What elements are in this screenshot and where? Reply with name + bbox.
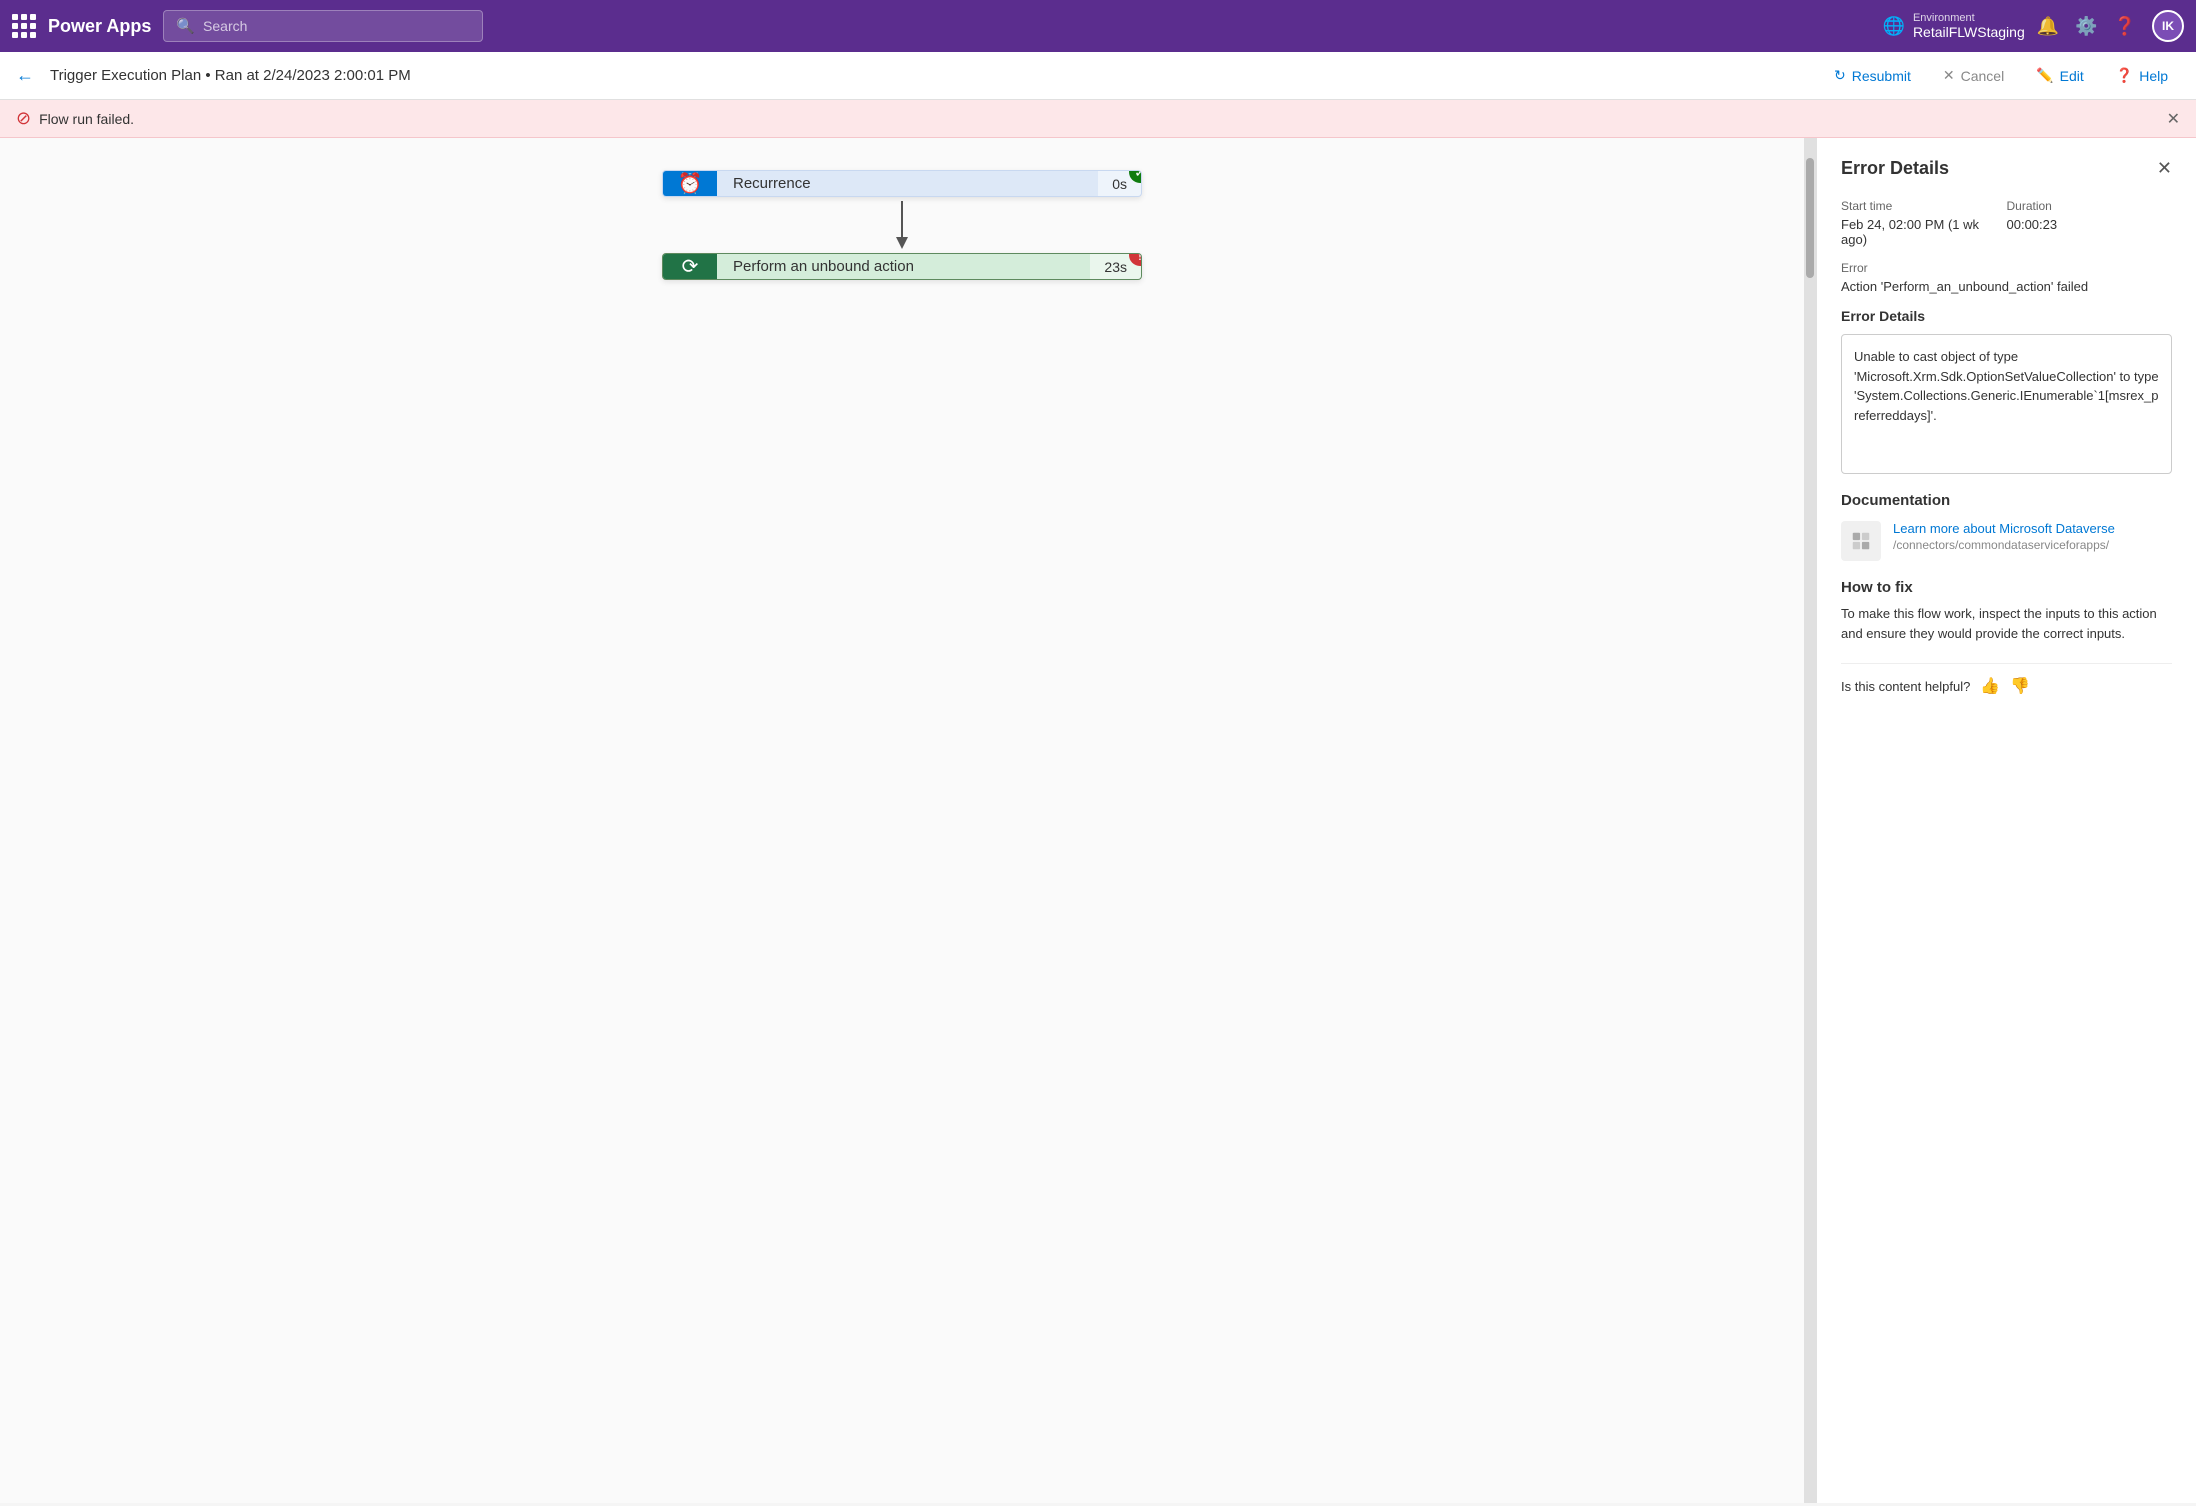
help-circle-icon: ❓ — [2116, 67, 2133, 84]
duration-col: Duration 00:00:23 — [2007, 199, 2173, 247]
page-title: Trigger Execution Plan • Ran at 2/24/202… — [50, 67, 1806, 84]
main-layout: ⏰ Recurrence 0s ✓ ⟳ Perform an unbound a… — [0, 138, 2196, 1503]
resubmit-button[interactable]: ↻ Resubmit — [1822, 61, 1923, 90]
help-button[interactable]: ❓ Help — [2104, 61, 2180, 90]
helpful-row: Is this content helpful? 👍 👎 — [1841, 663, 2172, 696]
globe-icon: 🌐 — [1883, 16, 1905, 37]
help-icon[interactable]: ❓ — [2114, 16, 2136, 37]
search-input[interactable] — [203, 18, 470, 34]
clock-icon: ⏰ — [678, 171, 703, 196]
unbound-action-label: Perform an unbound action — [717, 254, 1090, 279]
sub-nav-actions: ↻ Resubmit ✕ Cancel ✏️ Edit ❓ Help — [1822, 61, 2180, 90]
dataverse-doc-icon — [1841, 521, 1881, 561]
thumbs-up-button[interactable]: 👍 — [1980, 676, 2000, 696]
unbound-icon-area: ⟳ — [663, 254, 717, 279]
grid-icon[interactable] — [12, 14, 36, 38]
resubmit-label: Resubmit — [1852, 68, 1911, 84]
error-panel-header: Error Details ✕ — [1841, 158, 2172, 179]
start-duration-row: Start time Feb 24, 02:00 PM (1 wk ago) D… — [1841, 199, 2172, 247]
doc-link-row[interactable]: Learn more about Microsoft Dataverse /co… — [1841, 521, 2172, 561]
help-label: Help — [2139, 68, 2168, 84]
top-nav: Power Apps 🔍 🌐 Environment RetailFLWStag… — [0, 0, 2196, 52]
error-section-value: Action 'Perform_an_unbound_action' faile… — [1841, 279, 2172, 294]
error-banner-icon: ⊘ — [16, 108, 31, 129]
environment-name: RetailFLWStaging — [1913, 24, 2025, 40]
duration-label: Duration — [2007, 199, 2173, 213]
documentation-heading: Documentation — [1841, 492, 2172, 509]
unbound-action-node[interactable]: ⟳ Perform an unbound action 23s ! — [662, 253, 1142, 280]
how-to-fix-text: To make this flow work, inspect the inpu… — [1841, 604, 2172, 643]
flow-arrow — [48, 197, 1756, 253]
how-to-fix-heading: How to fix — [1841, 579, 2172, 596]
recurrence-label: Recurrence — [717, 171, 1098, 196]
canvas-scrollbar-thumb[interactable] — [1806, 158, 1814, 278]
error-details-box: Unable to cast object of type 'Microsoft… — [1841, 334, 2172, 474]
unbound-action-node-box[interactable]: ⟳ Perform an unbound action 23s ! — [662, 253, 1142, 280]
app-logo: Power Apps — [48, 16, 151, 37]
cancel-icon: ✕ — [1943, 67, 1955, 84]
start-time-value: Feb 24, 02:00 PM (1 wk ago) — [1841, 217, 2007, 247]
canvas-scrollbar[interactable] — [1804, 138, 1816, 1503]
resubmit-icon: ↻ — [1834, 67, 1846, 84]
error-section-label: Error — [1841, 261, 2172, 275]
error-details-heading: Error Details — [1841, 308, 2172, 324]
notification-icon[interactable]: 🔔 — [2037, 16, 2059, 37]
environment-label: Environment — [1913, 12, 2025, 24]
error-panel-close-button[interactable]: ✕ — [2157, 158, 2172, 179]
recurrence-node-box[interactable]: ⏰ Recurrence 0s ✓ — [662, 170, 1142, 197]
recurrence-icon-area: ⏰ — [663, 171, 717, 196]
doc-link-text[interactable]: Learn more about Microsoft Dataverse — [1893, 521, 2115, 536]
error-banner-message: Flow run failed. — [39, 111, 134, 127]
settings-icon[interactable]: ⚙️ — [2075, 16, 2097, 37]
helpful-label: Is this content helpful? — [1841, 679, 1970, 694]
recurrence-node[interactable]: ⏰ Recurrence 0s ✓ — [662, 170, 1142, 197]
error-panel-title: Error Details — [1841, 158, 1949, 179]
dataverse-icon: ⟳ — [682, 254, 699, 279]
nav-icon-group: 🔔 ⚙️ ❓ IK — [2037, 10, 2184, 42]
environment-selector[interactable]: 🌐 Environment RetailFLWStaging — [1883, 12, 2025, 40]
flow-canvas[interactable]: ⏰ Recurrence 0s ✓ ⟳ Perform an unbound a… — [0, 138, 1804, 1503]
edit-icon: ✏️ — [2036, 67, 2053, 84]
cancel-button[interactable]: ✕ Cancel — [1931, 61, 2016, 90]
error-banner: ⊘ Flow run failed. ✕ — [0, 100, 2196, 138]
duration-value: 00:00:23 — [2007, 217, 2173, 232]
error-banner-close[interactable]: ✕ — [2167, 109, 2180, 129]
sub-nav: ← Trigger Execution Plan • Ran at 2/24/2… — [0, 52, 2196, 100]
start-time-label: Start time — [1841, 199, 2007, 213]
doc-link-content: Learn more about Microsoft Dataverse /co… — [1893, 521, 2115, 552]
search-icon: 🔍 — [176, 17, 195, 35]
edit-button[interactable]: ✏️ Edit — [2024, 61, 2096, 90]
back-button[interactable]: ← — [16, 65, 34, 86]
avatar[interactable]: IK — [2152, 10, 2184, 42]
start-time-col: Start time Feb 24, 02:00 PM (1 wk ago) — [1841, 199, 2007, 247]
cancel-label: Cancel — [1961, 68, 2005, 84]
error-panel: Error Details ✕ Start time Feb 24, 02:00… — [1816, 138, 2196, 1503]
doc-link-url: /connectors/commondataserviceforapps/ — [1893, 538, 2115, 552]
search-box[interactable]: 🔍 — [163, 10, 483, 42]
thumbs-down-button[interactable]: 👎 — [2010, 676, 2030, 696]
edit-label: Edit — [2060, 68, 2084, 84]
